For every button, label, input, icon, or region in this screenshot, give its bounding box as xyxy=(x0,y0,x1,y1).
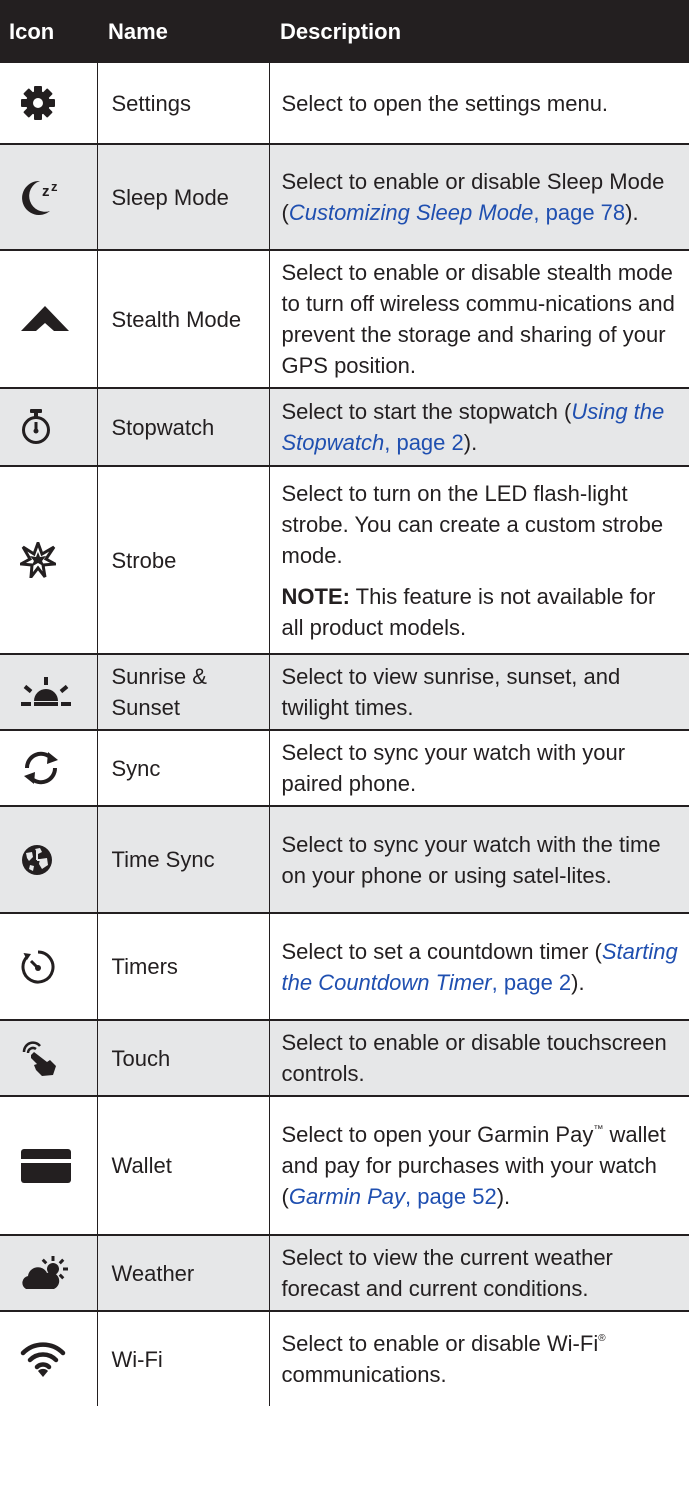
table-row: Sunrise & Sunset Select to view sunrise,… xyxy=(0,654,689,730)
note-label: NOTE: xyxy=(281,583,350,609)
link-garmin-pay[interactable]: Garmin Pay, page 52 xyxy=(289,1184,497,1209)
weather-icon xyxy=(0,1235,97,1311)
sunrise-sunset-icon xyxy=(0,654,97,730)
sync-icon xyxy=(0,730,97,806)
row-name: Sleep Mode xyxy=(96,144,269,250)
row-name: Touch xyxy=(96,1020,269,1096)
gear-icon xyxy=(0,63,97,144)
table-row: Weather Select to view the current weath… xyxy=(0,1235,689,1311)
row-description: Select to enable or disable Sleep Mode (… xyxy=(268,144,689,250)
table-row: z z Sleep Mode Select to enable or disab… xyxy=(0,144,689,250)
header-description: Description xyxy=(269,0,689,63)
row-name: Stealth Mode xyxy=(96,250,269,388)
row-name: Strobe xyxy=(96,466,269,654)
header-icon: Icon xyxy=(0,0,97,63)
sleep-moon-icon: z z xyxy=(0,144,97,250)
table-row: Wallet Select to open your Garmin Pay™ w… xyxy=(0,1096,689,1235)
row-name: Timers xyxy=(96,913,269,1020)
svg-text:z: z xyxy=(42,183,50,200)
wifi-icon xyxy=(0,1311,97,1406)
row-name: Weather xyxy=(96,1235,269,1311)
row-description: Select to sync your watch with your pair… xyxy=(268,730,689,806)
row-name: Wallet xyxy=(96,1096,269,1235)
row-name: Time Sync xyxy=(96,806,269,913)
table-row: Settings Select to open the settings men… xyxy=(0,63,689,144)
row-name: Wi-Fi xyxy=(96,1311,269,1406)
row-description: Select to open your Garmin Pay™ wallet a… xyxy=(268,1096,689,1235)
row-description: Select to sync your watch with the time … xyxy=(268,806,689,913)
timer-icon xyxy=(0,913,97,1020)
row-description: Select to view the current weather forec… xyxy=(268,1235,689,1311)
header-name: Name xyxy=(97,0,269,63)
globe-icon xyxy=(0,806,97,913)
table-header-row: Icon Name Description xyxy=(0,0,689,63)
table-row: Touch Select to enable or disable touchs… xyxy=(0,1020,689,1096)
table-row: Timers Select to set a countdown timer (… xyxy=(0,913,689,1020)
row-description: Select to view sunrise, sunset, and twil… xyxy=(268,654,689,730)
row-description: Select to start the stopwatch (Using the… xyxy=(268,388,689,466)
row-name: Sunrise & Sunset xyxy=(96,654,269,730)
wallet-card-icon xyxy=(0,1096,97,1235)
strobe-icon xyxy=(0,466,97,654)
table-row: Stopwatch Select to start the stopwatch … xyxy=(0,388,689,466)
icon-reference-table: Icon Name Description Settings Select to… xyxy=(0,0,689,1406)
table-row: Wi-Fi Select to enable or disable Wi-Fi®… xyxy=(0,1311,689,1406)
row-description: Select to enable or disable stealth mode… xyxy=(268,250,689,388)
table-row: Sync Select to sync your watch with your… xyxy=(0,730,689,806)
stealth-icon xyxy=(0,250,97,388)
touch-hand-icon xyxy=(0,1020,97,1096)
table-row: Strobe Select to turn on the LED flash-l… xyxy=(0,466,689,654)
row-name: Settings xyxy=(96,63,269,144)
table-row: Time Sync Select to sync your watch with… xyxy=(0,806,689,913)
svg-text:z: z xyxy=(51,179,58,194)
row-description: Select to turn on the LED flash-light st… xyxy=(268,466,689,654)
row-description: Select to enable or disable touchscreen … xyxy=(268,1020,689,1096)
row-description: Select to enable or disable Wi-Fi® commu… xyxy=(268,1311,689,1406)
row-name: Sync xyxy=(96,730,269,806)
row-name: Stopwatch xyxy=(96,388,269,466)
link-customizing-sleep-mode[interactable]: Customizing Sleep Mode, page 78 xyxy=(289,200,625,225)
row-description: Select to open the settings menu. xyxy=(268,63,689,144)
row-description: Select to set a countdown timer (Startin… xyxy=(268,913,689,1020)
table-row: Stealth Mode Select to enable or disable… xyxy=(0,250,689,388)
stopwatch-icon xyxy=(0,388,97,466)
